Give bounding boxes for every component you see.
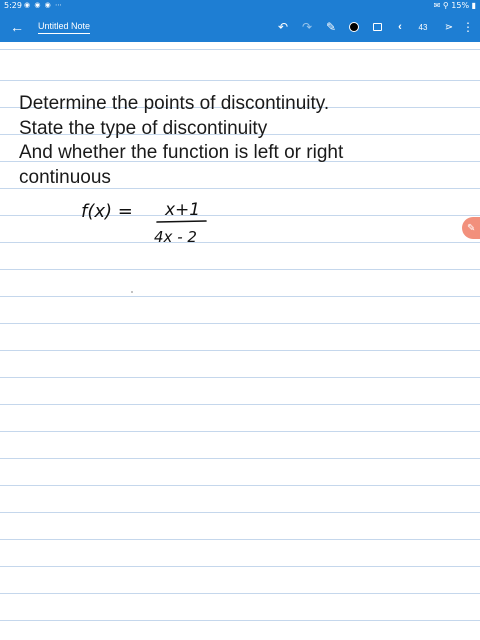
handwritten-equation: f(x) = x+1 4x - 2 (81, 200, 207, 246)
note-line-3: And whether the function is left or righ… (19, 142, 344, 163)
insert-image-button[interactable] (368, 12, 386, 42)
more-options-button[interactable]: ⋮ (460, 12, 476, 42)
notification-icons: ◉ ◉ ◉ ⋯ (24, 1, 63, 9)
note-title[interactable]: Untitled Note (38, 21, 91, 34)
undo-button[interactable]: ↶ (274, 12, 292, 42)
note-line-2: State the type of discontinuity (19, 117, 268, 139)
note-line-4: continuous (19, 166, 111, 188)
pen-tool-button[interactable]: ✎ (322, 12, 340, 42)
status-bar: 5:29 ◉ ◉ ◉ ⋯ ✉ ⚲ 15% ▮ (0, 0, 480, 12)
handwritten-fx: f(x) = (81, 201, 133, 222)
status-right-indicators: ✉ ⚲ 15% ▮ (433, 1, 476, 10)
back-arrow-icon: ← (10, 19, 24, 35)
handwritten-denominator: 4x - 2 (154, 228, 197, 246)
page-number: 43 (418, 22, 428, 32)
handwritten-numerator: x+1 (164, 200, 200, 220)
more-vertical-icon: ⋮ (462, 20, 474, 34)
image-icon (372, 23, 382, 31)
fraction-bar (156, 220, 207, 223)
next-page-button[interactable]: ⋗ (438, 12, 460, 42)
note-toolbar: ← Untitled Note ↶ ↷ ✎ ‹ 43 ⋗ ⋮ (0, 12, 480, 42)
back-button[interactable]: ← (6, 12, 28, 42)
redo-icon: ↷ (301, 20, 313, 34)
undo-icon: ↶ (277, 20, 289, 34)
pen-icon: ✎ (325, 20, 337, 34)
note-text-block[interactable]: Determine the points of discontinuity. S… (19, 92, 459, 190)
previous-page-button[interactable]: ‹ (392, 12, 408, 42)
redo-button[interactable]: ↷ (298, 12, 316, 42)
next-page-icon: ⋗ (444, 21, 454, 33)
status-time: 5:29 (4, 1, 22, 10)
note-line-1: Determine the points of discontinuity. (19, 93, 330, 114)
pen-handle-icon: ✎ (467, 222, 476, 234)
side-panel-handle[interactable]: ✎ (462, 217, 480, 239)
ink-dot (131, 291, 133, 293)
color-picker-button[interactable] (345, 12, 363, 42)
chevron-left-icon: ‹ (398, 21, 402, 33)
current-color-icon (349, 22, 359, 32)
